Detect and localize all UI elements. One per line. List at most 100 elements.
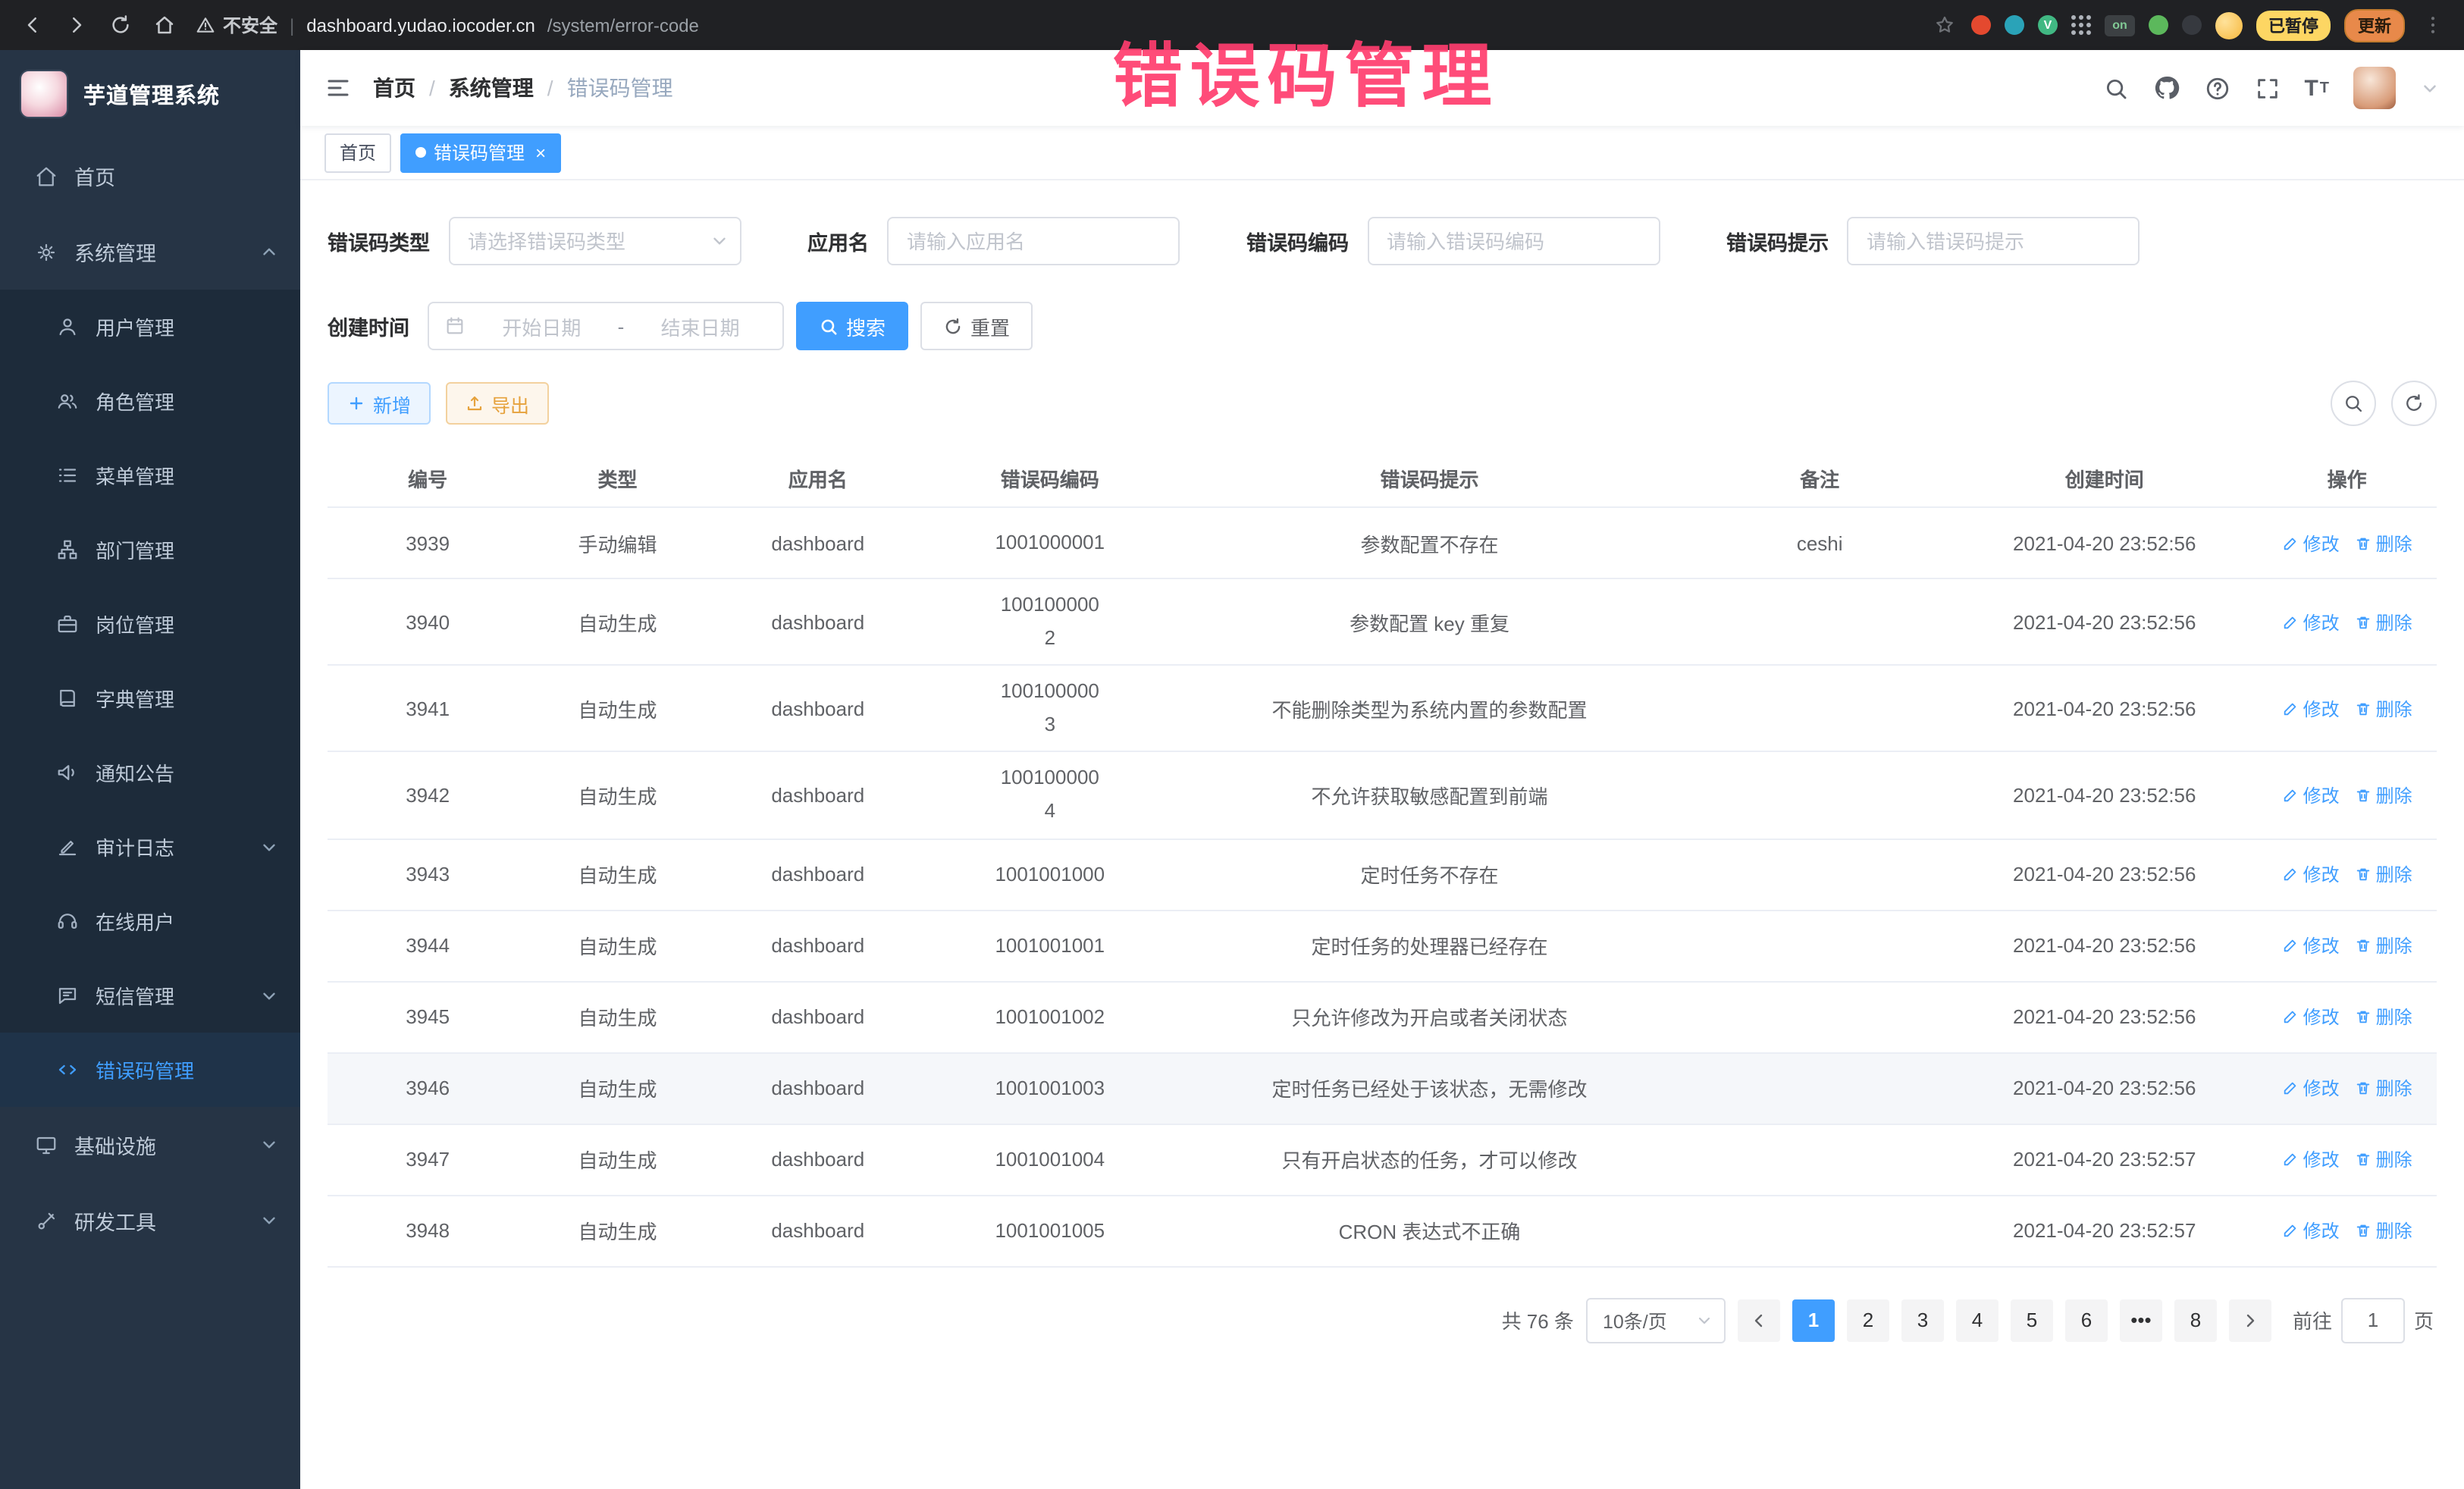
sidebar-item-online-user[interactable]: 在线用户 [0, 884, 300, 958]
start-date-placeholder[interactable]: 开始日期 [475, 312, 609, 340]
table-row[interactable]: 3943自动生成dashboard1001001000定时任务不存在2021-0… [328, 839, 2437, 911]
browser-menu-icon[interactable] [2419, 11, 2446, 39]
sidebar-item-user[interactable]: 用户管理 [0, 290, 300, 364]
sidebar-item-error-code[interactable]: 错误码管理 [0, 1033, 300, 1107]
avatar-caret-icon[interactable] [2420, 78, 2440, 98]
font-size-icon[interactable]: TT [2304, 75, 2329, 101]
help-icon[interactable] [2204, 75, 2230, 101]
profile-avatar[interactable] [2215, 11, 2243, 39]
sidebar-item-role[interactable]: 角色管理 [0, 364, 300, 438]
extensions-on-badge[interactable]: on [2105, 14, 2135, 36]
sidebar-item-audit-log[interactable]: 审计日志 [0, 810, 300, 884]
address-bar[interactable]: 不安全 | dashboard.yudao.iocoder.cn/system/… [194, 12, 699, 38]
browser-back-icon[interactable] [18, 11, 45, 39]
extension-icon[interactable]: V [2038, 15, 2058, 35]
delete-link[interactable]: 删除 [2355, 861, 2412, 887]
edit-link[interactable]: 修改 [2282, 1146, 2340, 1172]
page-size-select[interactable]: 10条/页 [1586, 1297, 1726, 1343]
table-row[interactable]: 3940自动生成dashboard100100000 2参数配置 key 重复2… [328, 579, 2437, 666]
table-row[interactable]: 3944自动生成dashboard1001001001定时任务的处理器已经存在2… [328, 911, 2437, 982]
table-row[interactable]: 3942自动生成dashboard100100000 4不允许获取敏感配置到前端… [328, 753, 2437, 839]
page-button[interactable]: 6 [2065, 1299, 2108, 1341]
breadcrumb-item[interactable]: 首页 [373, 73, 415, 103]
delete-link[interactable]: 删除 [2355, 1004, 2412, 1030]
error-type-select[interactable] [448, 217, 741, 265]
edit-link[interactable]: 修改 [2282, 861, 2340, 887]
sidebar-item-dept[interactable]: 部门管理 [0, 513, 300, 587]
export-button[interactable]: 导出 [446, 382, 549, 425]
prev-page-button[interactable] [1738, 1299, 1780, 1341]
error-msg-input[interactable] [1847, 217, 2140, 265]
next-page-button[interactable] [2229, 1299, 2271, 1341]
edit-link[interactable]: 修改 [2282, 530, 2340, 556]
sidebar-item-menu[interactable]: 菜单管理 [0, 438, 300, 513]
edit-link[interactable]: 修改 [2282, 1218, 2340, 1243]
delete-link[interactable]: 删除 [2355, 1075, 2412, 1101]
table-search-toggle-button[interactable] [2331, 381, 2376, 426]
edit-link[interactable]: 修改 [2282, 1004, 2340, 1030]
sidebar-toggle-icon[interactable] [324, 74, 352, 102]
end-date-placeholder[interactable]: 结束日期 [633, 312, 767, 340]
bookmark-star-icon[interactable] [1930, 11, 1958, 39]
page-button[interactable]: 4 [1956, 1299, 1998, 1341]
date-range-picker[interactable]: 开始日期 - 结束日期 [428, 302, 784, 350]
extension-icon[interactable] [2182, 15, 2202, 35]
page-button[interactable]: 2 [1847, 1299, 1889, 1341]
sidebar-item-dev-tools[interactable]: 研发工具 [0, 1183, 300, 1259]
extension-icon[interactable] [1971, 15, 1991, 35]
page-button[interactable]: 5 [2011, 1299, 2053, 1341]
table-row[interactable]: 3948自动生成dashboard1001001005CRON 表达式不正确20… [328, 1196, 2437, 1267]
breadcrumb-item[interactable]: 系统管理 [449, 73, 534, 103]
table-row[interactable]: 3945自动生成dashboard1001001002只允许修改为开启或者关闭状… [328, 982, 2437, 1053]
edit-link[interactable]: 修改 [2282, 782, 2340, 808]
security-chip[interactable]: 不安全 [194, 12, 277, 38]
user-avatar[interactable] [2353, 67, 2396, 109]
browser-home-icon[interactable] [150, 11, 177, 39]
update-button[interactable]: 更新 [2344, 8, 2405, 42]
delete-link[interactable]: 删除 [2355, 696, 2412, 722]
extension-grid-icon[interactable] [2071, 15, 2091, 35]
delete-link[interactable]: 删除 [2355, 933, 2412, 958]
edit-link[interactable]: 修改 [2282, 933, 2340, 958]
github-icon[interactable] [2152, 74, 2180, 102]
app-name-input[interactable] [887, 217, 1180, 265]
table-refresh-button[interactable] [2391, 381, 2437, 426]
sidebar-item-sms[interactable]: 短信管理 [0, 958, 300, 1033]
goto-input[interactable] [2341, 1297, 2405, 1343]
browser-reload-icon[interactable] [106, 11, 133, 39]
fullscreen-icon[interactable] [2254, 75, 2280, 101]
app-logo[interactable]: 芋道管理系统 [0, 50, 300, 138]
browser-forward-icon[interactable] [62, 11, 89, 39]
sidebar-item-infra[interactable]: 基础设施 [0, 1107, 300, 1183]
error-code-input[interactable] [1367, 217, 1660, 265]
table-row[interactable]: 3947自动生成dashboard1001001004只有开启状态的任务，才可以… [328, 1124, 2437, 1196]
delete-link[interactable]: 删除 [2355, 530, 2412, 556]
sidebar-item-post[interactable]: 岗位管理 [0, 587, 300, 661]
view-tag[interactable]: 首页 [324, 133, 391, 172]
add-button[interactable]: 新增 [328, 382, 431, 425]
edit-link[interactable]: 修改 [2282, 609, 2340, 635]
sidebar-item-dict[interactable]: 字典管理 [0, 661, 300, 735]
sidebar-item-home[interactable]: 首页 [0, 138, 300, 214]
sidebar-item-notice[interactable]: 通知公告 [0, 735, 300, 810]
sidebar-item-system[interactable]: 系统管理 [0, 214, 300, 290]
page-button[interactable]: 3 [1901, 1299, 1944, 1341]
reset-button[interactable]: 重置 [920, 302, 1033, 350]
view-tag[interactable]: 错误码管理× [400, 133, 561, 172]
edit-link[interactable]: 修改 [2282, 696, 2340, 722]
page-button[interactable]: 8 [2174, 1299, 2217, 1341]
search-icon[interactable] [2102, 75, 2128, 101]
error-type-select-input[interactable] [448, 217, 741, 265]
delete-link[interactable]: 删除 [2355, 1218, 2412, 1243]
paused-badge[interactable]: 已暂停 [2256, 10, 2331, 40]
delete-link[interactable]: 删除 [2355, 1146, 2412, 1172]
delete-link[interactable]: 删除 [2355, 782, 2412, 808]
page-button[interactable]: 1 [1792, 1299, 1835, 1341]
extension-icon[interactable] [2149, 15, 2168, 35]
table-row[interactable]: 3939手动编辑dashboard1001000001参数配置不存在ceshi2… [328, 508, 2437, 579]
search-button[interactable]: 搜索 [796, 302, 908, 350]
table-row[interactable]: 3946自动生成dashboard1001001003定时任务已经处于该状态，无… [328, 1053, 2437, 1124]
extension-icon[interactable] [2005, 15, 2024, 35]
close-icon[interactable]: × [535, 142, 546, 163]
edit-link[interactable]: 修改 [2282, 1075, 2340, 1101]
